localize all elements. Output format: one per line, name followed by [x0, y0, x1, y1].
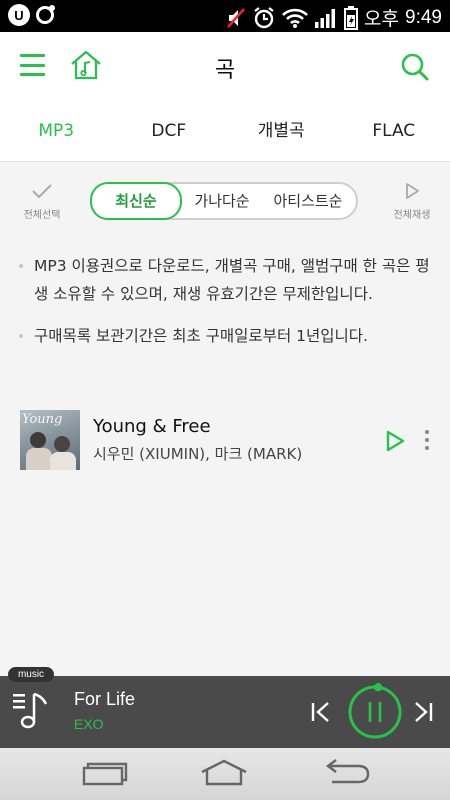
notification-icon — [36, 5, 55, 24]
next-icon[interactable] — [412, 701, 434, 723]
recent-apps-icon[interactable] — [80, 758, 128, 788]
info-notes: MP3 이용권으로 다운로드, 개별곡 구매, 앨범구매 한 곡은 평생 소유할… — [18, 252, 433, 364]
sort-artist[interactable]: 아티스트순 — [260, 184, 356, 218]
signal-icon — [315, 8, 336, 28]
album-art-text: Young — [22, 412, 63, 427]
tab-individual[interactable]: 개별곡 — [225, 100, 338, 161]
music-badge: music — [8, 667, 54, 682]
format-tabs: MP3 DCF 개별곡 FLAC — [0, 100, 450, 162]
previous-icon[interactable] — [310, 701, 332, 723]
wifi-icon — [282, 8, 308, 28]
note-item: MP3 이용권으로 다운로드, 개별곡 구매, 앨범구매 한 곡은 평생 소유할… — [18, 252, 433, 308]
tab-mp3[interactable]: MP3 — [0, 100, 113, 161]
check-icon — [32, 184, 52, 199]
battery-icon — [344, 5, 359, 30]
uplus-icon: U — [8, 4, 30, 26]
list-item[interactable]: Young Young & Free 시우민 (XIUMIN), 마크 (MAR… — [0, 410, 450, 472]
alarm-icon — [254, 6, 274, 28]
album-art[interactable]: Young — [20, 410, 80, 470]
song-artist: 시우민 (XIUMIN), 마크 (MARK) — [93, 445, 303, 463]
system-nav-bar — [0, 748, 450, 800]
playlist-icon[interactable] — [12, 690, 52, 732]
play-outline-icon — [406, 183, 419, 199]
sort-bar: 전체선택 최신순 가나다순 아티스트순 전체재생 — [0, 162, 450, 242]
app-header: 곡 — [0, 32, 450, 100]
play-icon[interactable] — [384, 430, 406, 452]
status-ampm: 오후 — [364, 9, 400, 30]
play-all-label: 전체재생 — [393, 210, 431, 221]
status-time: 9:49 — [405, 6, 442, 28]
play-all-button[interactable]: 전체재생 — [386, 182, 438, 221]
sort-alphabetical[interactable]: 가나다순 — [184, 184, 260, 218]
song-title: Young & Free — [93, 416, 211, 437]
home-icon[interactable] — [198, 758, 250, 788]
search-icon[interactable] — [400, 52, 430, 82]
now-playing-title[interactable]: For Life — [74, 689, 135, 710]
mini-player: For Life EXO — [0, 676, 450, 748]
select-all-label: 전체선택 — [23, 210, 61, 221]
mute-icon — [227, 7, 245, 28]
sort-latest[interactable]: 최신순 — [90, 182, 182, 220]
note-item: 구매목록 보관기간은 최초 구매일로부터 1년입니다. — [18, 322, 433, 350]
more-options-icon[interactable] — [423, 430, 431, 454]
status-bar: U 오후 9:49 — [0, 0, 450, 32]
tab-flac[interactable]: FLAC — [338, 100, 450, 161]
now-playing-artist[interactable]: EXO — [74, 716, 104, 732]
tab-dcf[interactable]: DCF — [113, 100, 226, 161]
sort-toggle: 최신순 가나다순 아티스트순 — [90, 182, 358, 220]
select-all-button[interactable]: 전체선택 — [18, 182, 66, 221]
back-icon[interactable] — [322, 758, 372, 788]
pause-button[interactable] — [343, 680, 407, 744]
page-title: 곡 — [214, 58, 236, 83]
